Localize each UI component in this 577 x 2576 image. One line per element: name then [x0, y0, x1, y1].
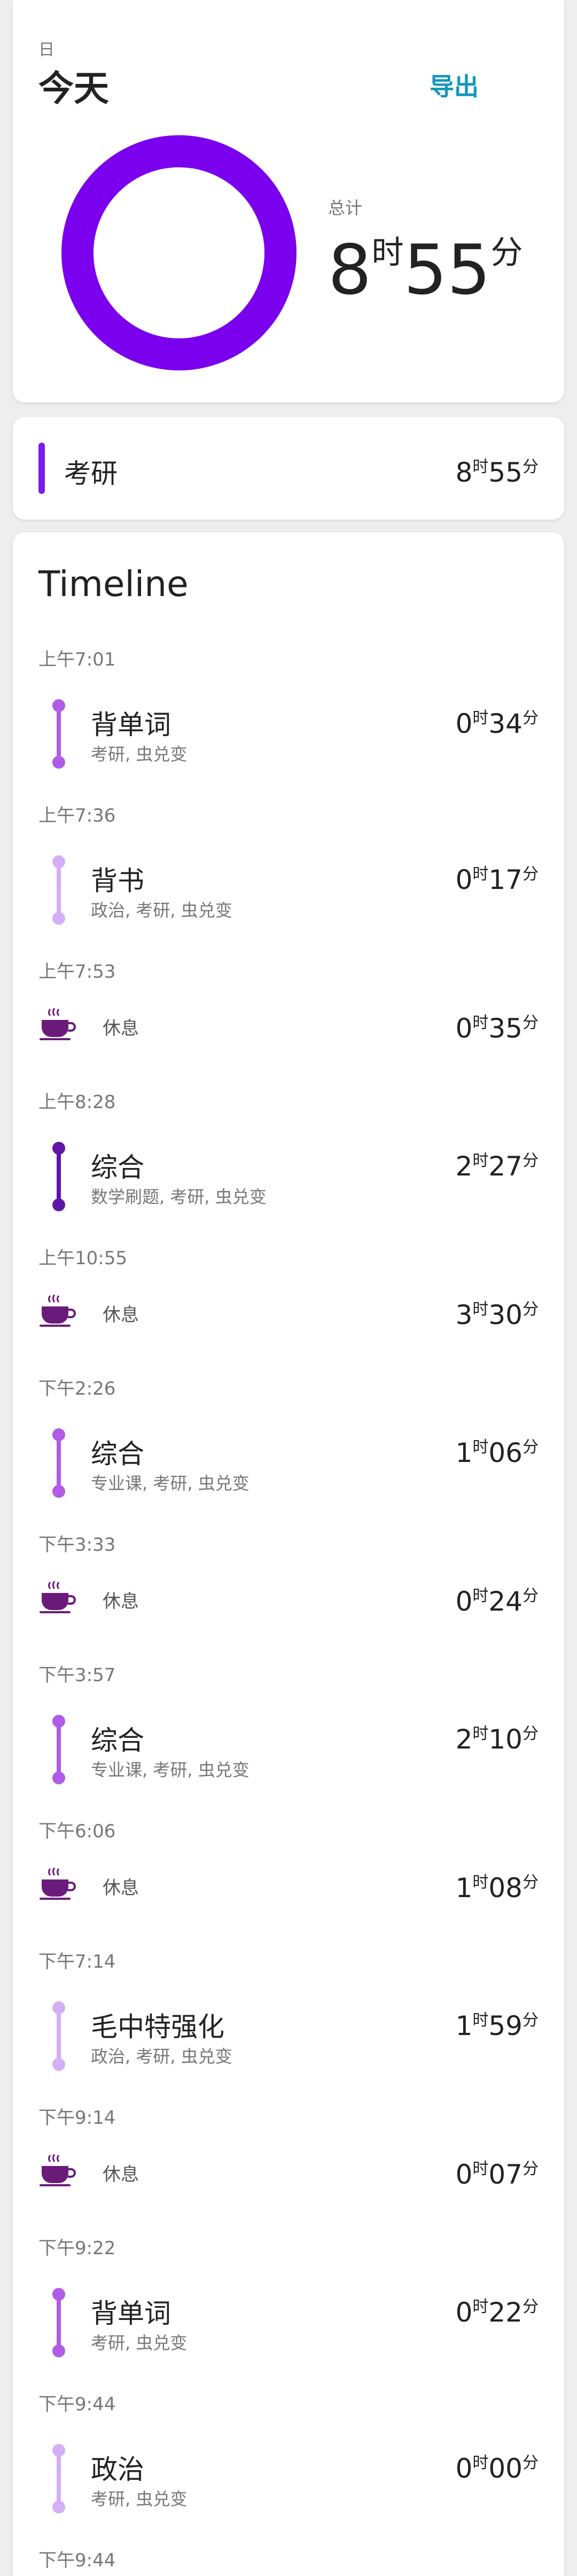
donut-ring [61, 135, 297, 370]
activity-name: 背单词 [91, 2298, 171, 2329]
export-button[interactable]: 导出 [430, 67, 479, 103]
entry-start-time: 下午7:14 [38, 1951, 116, 1972]
entry-start-time: 下午9:44 [38, 2394, 116, 2415]
activity-tags: 专业课, 考研, 虫兑变 [91, 1760, 249, 1780]
entry-start-time: 下午9:22 [38, 2238, 116, 2259]
activity-name: 政治 [91, 2454, 144, 2485]
coffee-cup-icon [40, 1295, 76, 1327]
activity-tags: 政治, 考研, 虫兑变 [91, 2046, 232, 2067]
activity-duration: 0时00分 [455, 2453, 539, 2484]
break-duration: 0时24分 [455, 1586, 539, 1617]
summary-card: 日 今天 导出 总计 8时55分 [13, 0, 564, 403]
activity-name: 背单词 [91, 709, 171, 740]
activity-name: 综合 [91, 1725, 144, 1756]
activity-marker [50, 699, 66, 769]
break-label: 休息 [103, 2164, 139, 2185]
total-hours-unit: 时 [371, 234, 404, 272]
activity-marker [50, 2444, 66, 2513]
activity-duration: 2时10分 [455, 1724, 539, 1755]
coffee-cup-icon [40, 2154, 76, 2186]
activity-duration: 0时17分 [455, 864, 539, 895]
break-label: 休息 [103, 1877, 139, 1899]
activity-name: 综合 [91, 1438, 144, 1469]
category-duration: 8时55分 [455, 457, 539, 488]
total-duration: 8时55分 [328, 227, 523, 310]
activity-duration: 1时06分 [455, 1437, 539, 1468]
coffee-cup-icon [40, 1868, 76, 1900]
category-name: 考研 [64, 458, 118, 489]
coffee-cup-icon [40, 1581, 76, 1613]
total-minutes-unit: 分 [490, 234, 523, 272]
activity-marker [50, 1428, 66, 1498]
entry-start-time: 上午7:53 [38, 961, 116, 983]
total-hours: 8 [328, 230, 372, 310]
activity-marker [50, 2001, 66, 2071]
break-label: 休息 [103, 1591, 139, 1612]
activity-duration: 1时59分 [455, 2010, 539, 2041]
timeline-end-time: 下午9:44 [38, 2550, 116, 2571]
total-minutes: 55 [403, 230, 491, 310]
activity-marker [50, 1142, 66, 1211]
total-donut-chart [61, 135, 297, 370]
entry-start-time: 下午3:57 [38, 1665, 116, 1686]
timeline-heading: Timeline [38, 563, 189, 605]
entry-start-time: 下午9:14 [38, 2107, 116, 2129]
break-duration: 0时35分 [455, 1013, 539, 1044]
break-label: 休息 [103, 1018, 139, 1039]
entry-start-time: 上午8:28 [38, 1092, 116, 1113]
break-label: 休息 [103, 1304, 139, 1326]
activity-duration: 0时22分 [455, 2297, 539, 2328]
activity-marker [50, 1715, 66, 1784]
activity-tags: 数学刷题, 考研, 虫兑变 [91, 1187, 267, 1207]
entry-start-time: 下午3:33 [38, 1534, 116, 1556]
period-label: 日 [38, 41, 54, 59]
coffee-cup-icon [40, 1008, 76, 1040]
period-title: 今天 [38, 68, 109, 109]
activity-name: 综合 [91, 1152, 144, 1183]
activity-tags: 考研, 虫兑变 [91, 744, 188, 764]
entry-start-time: 上午7:36 [38, 805, 116, 826]
entry-start-time: 上午7:01 [38, 649, 116, 670]
activity-tags: 专业课, 考研, 虫兑变 [91, 1473, 249, 1494]
entry-start-time: 上午10:55 [38, 1248, 127, 1269]
break-duration: 0时07分 [455, 2159, 539, 2190]
activity-tags: 政治, 考研, 虫兑变 [91, 900, 232, 920]
total-label: 总计 [328, 198, 363, 218]
category-color-bar [38, 443, 45, 494]
break-duration: 3时30分 [455, 1299, 539, 1330]
activity-name: 毛中特强化 [91, 2012, 224, 2043]
activity-duration: 0时34分 [455, 708, 539, 739]
entry-start-time: 下午2:26 [38, 1378, 116, 1399]
activity-name: 背书 [91, 865, 144, 896]
timeline-card: Timeline 上午7:01 背单词 考研, 虫兑变 0时34分 上午7:36 背书 政治… [13, 532, 564, 2576]
break-duration: 1时08分 [455, 1873, 539, 1904]
activity-marker [50, 855, 66, 925]
activity-tags: 考研, 虫兑变 [91, 2333, 188, 2353]
category-row-kaoyan[interactable]: 考研 8时55分 [13, 417, 564, 520]
entry-start-time: 下午6:06 [38, 1821, 116, 1842]
activity-tags: 考研, 虫兑变 [91, 2489, 188, 2509]
activity-marker [50, 2288, 66, 2357]
activity-duration: 2时27分 [455, 1151, 539, 1182]
